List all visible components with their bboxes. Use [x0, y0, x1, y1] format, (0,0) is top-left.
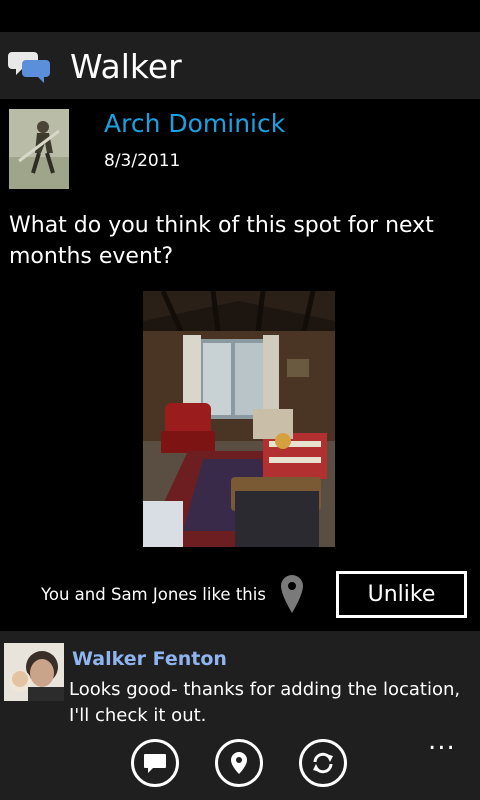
- comment-icon: [144, 754, 166, 773]
- unlike-button[interactable]: Unlike: [336, 571, 467, 618]
- post-photo[interactable]: [143, 291, 335, 547]
- comment-button[interactable]: [131, 739, 179, 787]
- refresh-icon: [313, 752, 333, 774]
- title-bar: Walker: [0, 32, 480, 99]
- refresh-button[interactable]: [299, 739, 347, 787]
- app-bar: ...: [0, 727, 480, 800]
- commenter-name[interactable]: Walker Fenton: [72, 647, 227, 671]
- post-date: 8/3/2011: [104, 151, 181, 171]
- more-options-button[interactable]: ...: [428, 728, 456, 754]
- chat-bubbles-icon: [8, 52, 50, 83]
- comment-text: Looks good- thanks for adding the locati…: [69, 679, 461, 726]
- add-location-button[interactable]: [215, 739, 263, 787]
- location-pin-icon[interactable]: [280, 574, 304, 614]
- author-avatar[interactable]: [9, 109, 69, 189]
- comment-item[interactable]: Walker Fenton Looks good- thanks for add…: [0, 631, 480, 731]
- commenter-avatar[interactable]: [4, 643, 64, 701]
- post-text: What do you think of this spot for next …: [9, 213, 434, 269]
- likes-summary: You and Sam Jones like this: [41, 585, 266, 604]
- location-icon: [231, 752, 247, 774]
- post-author-link[interactable]: Arch Dominick: [104, 108, 285, 140]
- page-title: Walker: [70, 47, 182, 86]
